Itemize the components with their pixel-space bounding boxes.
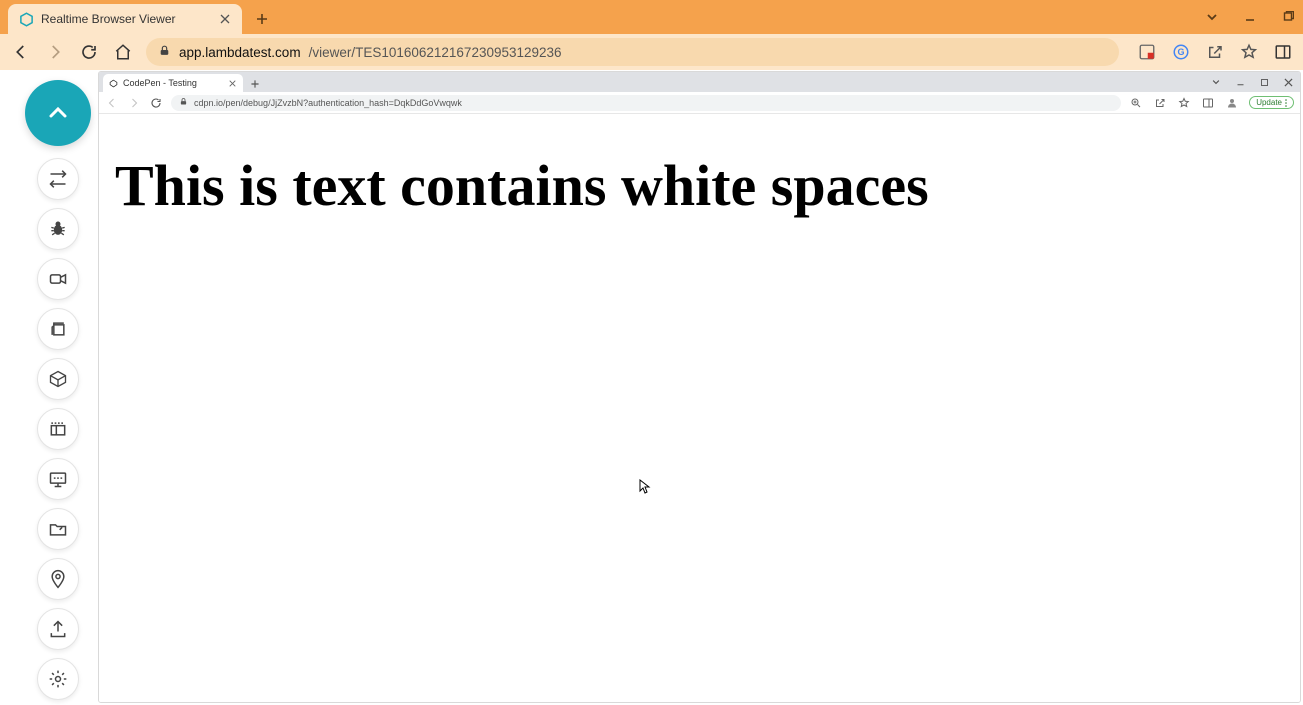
sidebar-upload-button[interactable] — [37, 608, 79, 650]
close-icon[interactable] — [1282, 76, 1294, 88]
update-button[interactable]: Update — [1249, 96, 1294, 109]
sidebar-settings-button[interactable] — [37, 658, 79, 700]
page-heading: This is text contains white spaces — [115, 152, 1284, 219]
zoom-icon[interactable] — [1129, 96, 1143, 110]
lock-icon — [158, 44, 171, 60]
google-icon[interactable]: G — [1171, 42, 1191, 62]
lambdatest-favicon-icon — [18, 11, 34, 27]
inner-tabstrip: CodePen - Testing — [99, 72, 1300, 92]
minimize-icon[interactable] — [1241, 8, 1259, 26]
sidebar-location-button[interactable] — [37, 558, 79, 600]
address-path: /viewer/TES101606212167230953129236 — [309, 45, 562, 60]
mouse-cursor-icon — [639, 479, 651, 495]
outer-tabstrip: Realtime Browser Viewer — [0, 0, 1303, 34]
close-icon[interactable] — [227, 78, 237, 88]
inner-tab-title: CodePen - Testing — [123, 78, 222, 88]
outer-toolbar-right: G — [1131, 42, 1293, 62]
share-icon[interactable] — [1205, 42, 1225, 62]
inner-new-tab-button[interactable] — [247, 76, 263, 92]
forward-button[interactable] — [44, 41, 66, 63]
maximize-icon[interactable] — [1279, 8, 1297, 26]
sidebar-bug-button[interactable] — [37, 208, 79, 250]
inner-address-bar[interactable]: cdpn.io/pen/debug/JjZvzbN?authentication… — [171, 95, 1121, 111]
bookmark-star-icon[interactable] — [1177, 96, 1191, 110]
remote-browser-viewer: CodePen - Testing — [98, 71, 1301, 703]
sidebar — [24, 80, 92, 700]
sidebar-panel-button[interactable] — [37, 408, 79, 450]
lock-icon — [179, 97, 188, 108]
sidebar-switch-button[interactable] — [37, 158, 79, 200]
side-panel-icon[interactable] — [1201, 96, 1215, 110]
inner-toolbar: cdpn.io/pen/debug/JjZvzbN?authentication… — [99, 92, 1300, 114]
codepen-favicon-icon — [109, 79, 118, 88]
share-icon[interactable] — [1153, 96, 1167, 110]
outer-window-controls — [1203, 0, 1303, 34]
sidebar-cube-button[interactable] — [37, 358, 79, 400]
reload-button[interactable] — [78, 41, 100, 63]
tabs-dropdown-icon[interactable] — [1203, 8, 1221, 26]
inner-back-button[interactable] — [105, 96, 119, 110]
inner-window-controls — [1210, 72, 1300, 92]
svg-text:G: G — [1177, 47, 1184, 57]
inner-toolbar-right: Update — [1129, 96, 1294, 110]
inner-page-content: This is text contains white spaces — [99, 114, 1300, 702]
sidebar-folder-button[interactable] — [37, 508, 79, 550]
inner-tab-active[interactable]: CodePen - Testing — [103, 74, 243, 92]
back-button[interactable] — [10, 41, 32, 63]
outer-browser-chrome: Realtime Browser Viewer — [0, 0, 1303, 70]
side-panel-icon[interactable] — [1273, 42, 1293, 62]
home-button[interactable] — [112, 41, 134, 63]
tabs-dropdown-icon[interactable] — [1210, 76, 1222, 88]
translate-icon[interactable] — [1137, 42, 1157, 62]
outer-tab-active[interactable]: Realtime Browser Viewer — [8, 4, 242, 34]
outer-tab-title: Realtime Browser Viewer — [41, 12, 211, 26]
bookmark-star-icon[interactable] — [1239, 42, 1259, 62]
update-label: Update — [1256, 98, 1282, 107]
inner-reload-button[interactable] — [149, 96, 163, 110]
inner-address-url: cdpn.io/pen/debug/JjZvzbN?authentication… — [194, 98, 462, 108]
maximize-icon[interactable] — [1258, 76, 1270, 88]
new-tab-button[interactable] — [248, 5, 276, 33]
profile-icon[interactable] — [1225, 96, 1239, 110]
minimize-icon[interactable] — [1234, 76, 1246, 88]
outer-toolbar: app.lambdatest.com/viewer/TES10160621216… — [0, 34, 1303, 70]
app-content-area: CodePen - Testing — [0, 70, 1303, 705]
address-bar[interactable]: app.lambdatest.com/viewer/TES10160621216… — [146, 38, 1119, 66]
inner-forward-button[interactable] — [127, 96, 141, 110]
sidebar-monitor-button[interactable] — [37, 458, 79, 500]
sidebar-record-button[interactable] — [37, 258, 79, 300]
sidebar-gallery-button[interactable] — [37, 308, 79, 350]
address-domain: app.lambdatest.com — [179, 45, 301, 60]
sidebar-collapse-fab[interactable] — [25, 80, 91, 146]
close-icon[interactable] — [218, 12, 232, 26]
